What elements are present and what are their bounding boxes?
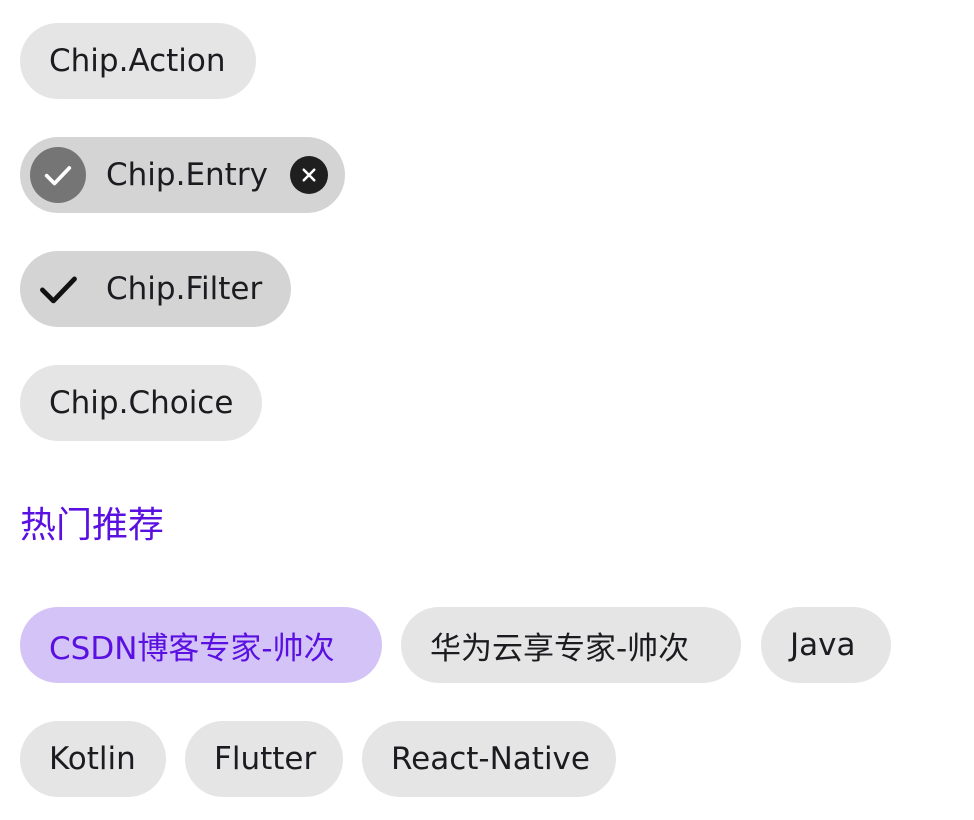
tag-chip-csdn[interactable]: CSDN博客专家-帅次 — [20, 607, 382, 683]
check-icon — [30, 147, 86, 203]
tag-chip-label: Kotlin — [49, 741, 136, 777]
chip-choice-label: Chip.Choice — [49, 385, 234, 421]
tag-chip-java[interactable]: Java — [761, 607, 891, 683]
chip-action-label: Chip.Action — [49, 43, 226, 79]
tag-chip-react-native[interactable]: React-Native — [362, 721, 616, 797]
tag-chip-label: 华为云享专家-帅次 — [430, 630, 690, 667]
check-icon — [36, 267, 80, 311]
chip-entry[interactable]: Chip.Entry — [20, 137, 345, 213]
tag-chip-label: CSDN博客专家-帅次 — [49, 630, 335, 667]
chip-filter[interactable]: Chip.Filter — [20, 251, 291, 327]
close-icon[interactable] — [289, 156, 328, 194]
tag-chip-label: Java — [790, 627, 856, 663]
chip-action[interactable]: Chip.Action — [20, 23, 256, 99]
tag-chip-huawei[interactable]: 华为云享专家-帅次 — [401, 607, 741, 683]
section-title: 热门推荐 — [20, 505, 165, 546]
chip-filter-label: Chip.Filter — [106, 271, 263, 307]
tag-chip-kotlin[interactable]: Kotlin — [20, 721, 166, 797]
chip-choice[interactable]: Chip.Choice — [20, 365, 262, 441]
tag-chip-label: React-Native — [391, 741, 590, 777]
tag-chip-label: Flutter — [214, 741, 317, 777]
tag-chip-flutter[interactable]: Flutter — [185, 721, 343, 797]
chip-entry-label: Chip.Entry — [106, 157, 268, 193]
